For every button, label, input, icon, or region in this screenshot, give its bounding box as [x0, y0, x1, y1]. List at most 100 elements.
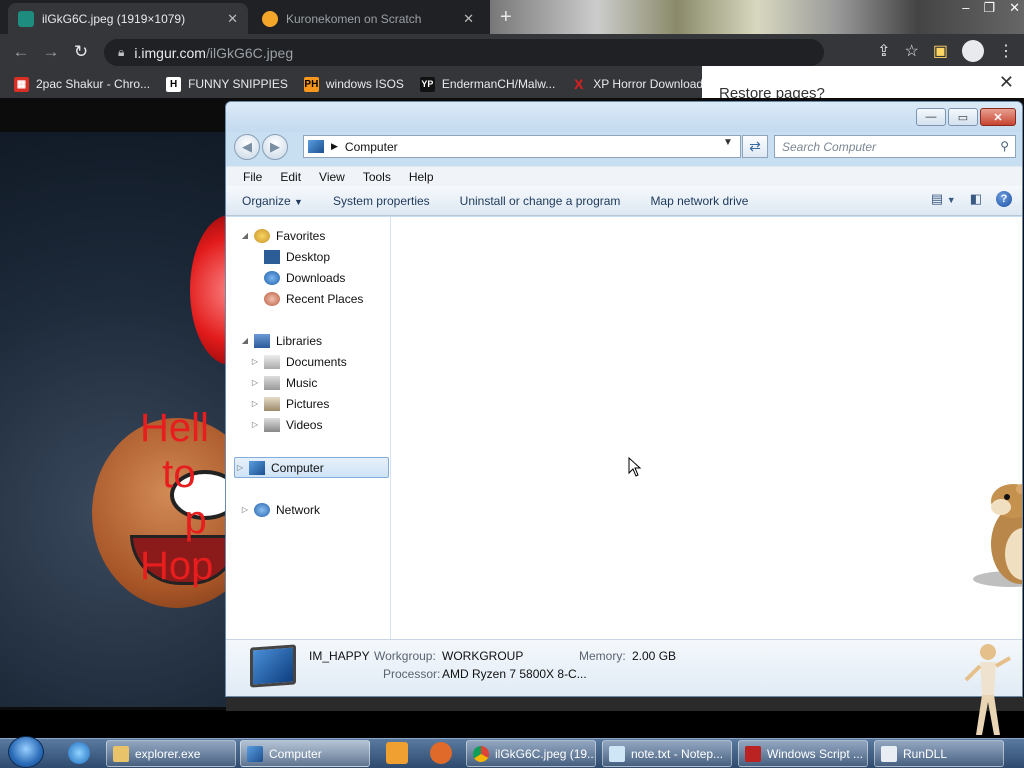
explorer-exe-icon [113, 745, 129, 762]
taskbar-label: Computer [269, 746, 322, 761]
media-player-icon[interactable] [386, 742, 408, 764]
nav-label: Libraries [276, 333, 323, 348]
bookmark-label: EndermanCH/Malw... [441, 77, 556, 91]
reload-icon[interactable]: ↻ [66, 42, 96, 62]
tab-close-icon[interactable]: ✕ [227, 11, 238, 27]
nav-label: Music [286, 375, 318, 390]
taskbar-button-explorer[interactable]: explorer.exe [106, 740, 236, 767]
bookmark-item[interactable]: X XP Horror Download [571, 76, 703, 92]
forward-button[interactable]: ▶ [262, 134, 288, 160]
nav-pictures[interactable]: ▷ Pictures [250, 393, 329, 414]
close-icon[interactable]: ✕ [999, 72, 1014, 93]
minimize-button[interactable]: – [962, 0, 969, 22]
nav-music[interactable]: ▷ Music [250, 372, 317, 393]
view-options-icon[interactable]: ▤ ▼ [931, 191, 956, 207]
nav-network[interactable]: ▷ Network [240, 499, 320, 520]
minimize-button[interactable]: — [916, 108, 946, 126]
bookmark-item[interactable]: H FUNNY SNIPPIES [166, 76, 288, 92]
tab-inactive[interactable]: Kuronekomen on Scratch ✕ [252, 3, 484, 34]
bookmark-item[interactable]: PH windows ISOS [303, 76, 404, 92]
close-button[interactable]: ✕ [1009, 0, 1020, 22]
taskbar-button-notepad[interactable]: note.txt - Notep... [602, 740, 732, 767]
search-placeholder: Search Computer [782, 139, 877, 154]
network-icon [254, 502, 270, 517]
paint-icon[interactable] [430, 742, 452, 764]
menu-view[interactable]: View [310, 170, 354, 184]
maximize-button[interactable]: ❐ [983, 0, 995, 22]
taskbar-button-computer[interactable]: Computer [240, 740, 370, 767]
refresh-button[interactable]: ⇄ [742, 135, 768, 158]
content-pane[interactable] [391, 217, 1022, 639]
collapse-arrow-icon[interactable]: ◢ [240, 336, 250, 345]
back-arrow-icon[interactable]: ← [6, 42, 36, 62]
close-button[interactable]: ✕ [980, 108, 1016, 126]
preview-pane-icon[interactable]: ◧ [970, 191, 982, 207]
expand-arrow-icon[interactable]: ▷ [235, 463, 245, 472]
nav-videos[interactable]: ▷ Videos [250, 414, 322, 435]
menu-tools[interactable]: Tools [354, 170, 400, 184]
menu-file[interactable]: File [234, 170, 271, 184]
menu-edit[interactable]: Edit [271, 170, 310, 184]
maximize-button[interactable]: ▭ [948, 108, 978, 126]
nav-label: Network [276, 502, 321, 517]
nav-downloads[interactable]: Downloads [260, 267, 345, 288]
bookmark-star-icon[interactable]: ☆ [905, 41, 919, 61]
expand-arrow-icon[interactable]: ▷ [250, 420, 260, 429]
organize-button[interactable]: Organize ▼ [242, 194, 303, 208]
explorer-titlebar[interactable]: — ▭ ✕ [226, 102, 1022, 132]
internet-explorer-icon[interactable] [68, 742, 90, 764]
back-button[interactable]: ◀ [234, 134, 260, 160]
processor-label: Processor: [383, 667, 441, 681]
menu-help[interactable]: Help [400, 170, 443, 184]
expand-arrow-icon[interactable]: ▷ [250, 378, 260, 387]
expand-arrow-icon[interactable]: ▷ [240, 505, 250, 514]
map-network-drive-button[interactable]: Map network drive [650, 194, 748, 208]
chevron-down-icon[interactable]: ▼ [723, 137, 733, 148]
nav-label: Downloads [286, 270, 346, 285]
share-icon[interactable]: ⇪ [877, 41, 890, 61]
nav-libraries[interactable]: ◢ Libraries [240, 330, 322, 351]
tab-active[interactable]: ilGkG6C.jpeg (1919×1079) ✕ [8, 3, 248, 34]
tab-title: Kuronekomen on Scratch [286, 11, 422, 26]
address-bar[interactable]: 🔒︎ i.imgur.com/ilGkG6C.jpeg [104, 39, 824, 66]
nav-label: Recent Places [286, 291, 364, 306]
expand-arrow-icon[interactable]: ▷ [250, 357, 260, 366]
collapse-arrow-icon[interactable]: ◢ [240, 231, 250, 240]
forward-arrow-icon[interactable]: → [36, 42, 66, 62]
taskbar-label: RunDLL [903, 746, 948, 761]
page-strip [226, 697, 1024, 711]
chrome-icon [473, 745, 489, 762]
nav-desktop[interactable]: Desktop [260, 246, 330, 267]
menu-kebab-icon[interactable]: ⋮ [998, 41, 1014, 61]
system-properties-button[interactable]: System properties [333, 194, 430, 208]
new-tab-button[interactable]: + [500, 6, 520, 28]
nav-recent-places[interactable]: Recent Places [260, 288, 363, 309]
breadcrumb-arrow-icon[interactable]: ▶ [331, 141, 338, 152]
bookmark-item[interactable]: YP EndermanCH/Malw... [419, 76, 556, 92]
taskbar-button-rundll[interactable]: RunDLL [874, 740, 1004, 767]
taskbar-button-windows-script[interactable]: Windows Script ... [738, 740, 868, 767]
start-button[interactable] [8, 736, 44, 768]
nav-label: Favorites [276, 228, 326, 243]
search-icon[interactable]: ⚲ [1000, 139, 1009, 153]
tab-strip-background [490, 0, 1024, 34]
taskbar-button-chrome[interactable]: ilGkG6C.jpeg (19... [466, 740, 596, 767]
nav-label: Pictures [286, 396, 330, 411]
libraries-icon [254, 333, 270, 348]
nav-label: Documents [286, 354, 347, 369]
x-logo-icon: X [574, 76, 584, 92]
uninstall-program-button[interactable]: Uninstall or change a program [460, 194, 621, 208]
nav-favorites[interactable]: ◢ Favorites [240, 225, 325, 246]
tab-close-icon[interactable]: ✕ [463, 11, 474, 27]
help-icon[interactable]: ? [996, 191, 1012, 207]
breadcrumb[interactable]: Computer [345, 140, 398, 154]
windows-script-icon [745, 745, 761, 762]
explorer-address-bar[interactable]: ▶ Computer [303, 135, 741, 158]
expand-arrow-icon[interactable]: ▷ [250, 399, 260, 408]
side-panel-icon[interactable]: ▣ [933, 41, 948, 61]
nav-computer[interactable]: ▷ Computer [234, 457, 389, 478]
bookmark-item[interactable]: ▦ 2pac Shakur - Chro... [14, 76, 150, 92]
nav-documents[interactable]: ▷ Documents [250, 351, 347, 372]
profile-avatar[interactable] [962, 40, 984, 62]
search-input[interactable]: Search Computer ⚲ [774, 135, 1016, 158]
